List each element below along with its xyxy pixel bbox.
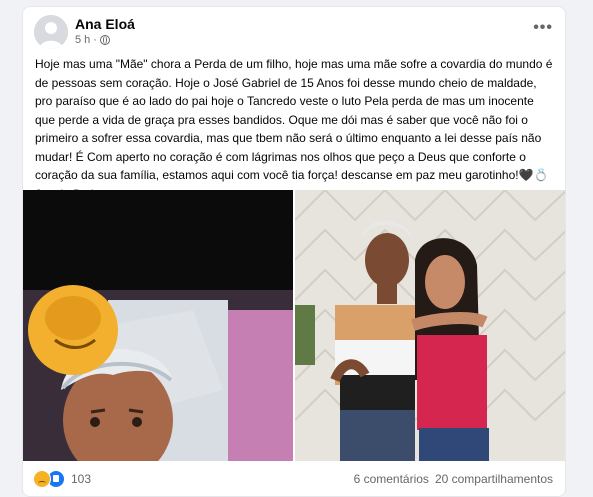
post-footer: 103 6 comentários 20 compartilhamentos bbox=[23, 462, 565, 496]
sad-reaction-icon bbox=[33, 470, 51, 488]
photo-mother-son[interactable] bbox=[295, 190, 565, 461]
author-name[interactable]: Ana Eloá bbox=[75, 16, 135, 32]
post-body: Hoje mas uma "Mãe" chora a Perda de um f… bbox=[35, 57, 553, 182]
post-time[interactable]: 5 h bbox=[75, 34, 90, 46]
post-text: Hoje mas uma "Mãe" chora a Perda de um f… bbox=[35, 55, 555, 203]
author-avatar[interactable] bbox=[34, 15, 68, 49]
reactions-summary[interactable]: 103 bbox=[33, 470, 91, 488]
default-avatar-icon bbox=[34, 15, 68, 49]
comments-count[interactable]: 6 comentários bbox=[354, 472, 429, 486]
more-options-icon[interactable]: ••• bbox=[533, 19, 553, 37]
engagement-stats: 6 comentários 20 compartilhamentos bbox=[354, 472, 553, 486]
post-card: Ana Eloá 5 h · ••• Hoje mas uma "Mãe" ch… bbox=[22, 6, 566, 497]
reaction-count: 103 bbox=[71, 472, 92, 486]
globe-icon[interactable] bbox=[99, 35, 110, 45]
photo-grid bbox=[23, 190, 565, 461]
post-meta: 5 h · bbox=[75, 34, 110, 46]
shares-count[interactable]: 20 compartilhamentos bbox=[435, 472, 553, 486]
photo-selfie[interactable] bbox=[23, 190, 293, 461]
portrait-image bbox=[295, 190, 565, 461]
post-header: Ana Eloá 5 h · ••• bbox=[23, 7, 565, 53]
selfie-image bbox=[23, 190, 293, 461]
meta-separator: · bbox=[93, 34, 97, 46]
